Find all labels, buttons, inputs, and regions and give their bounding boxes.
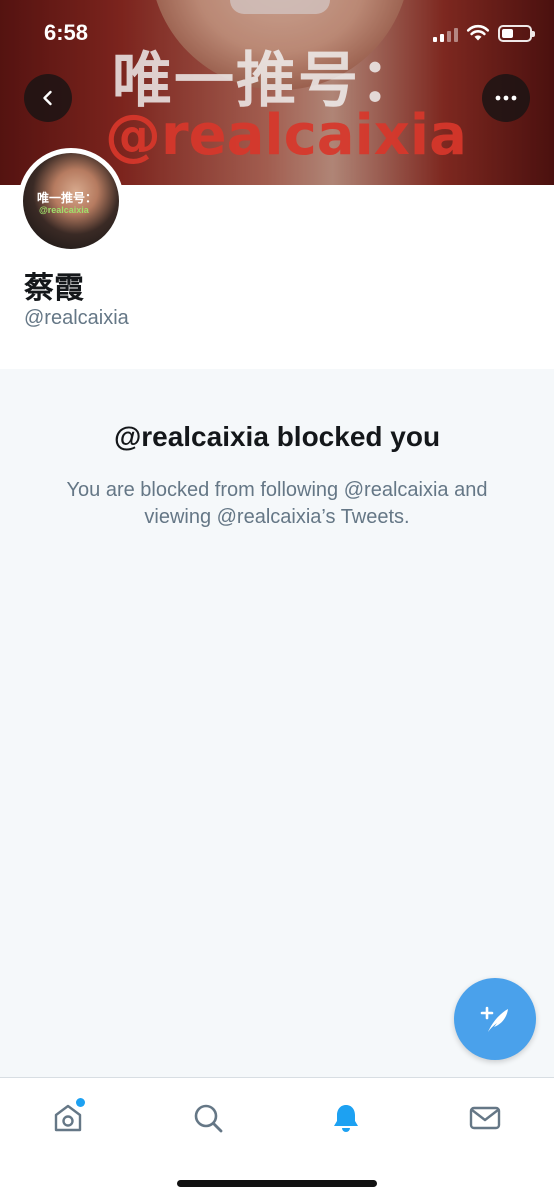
tab-notifications[interactable] [324, 1096, 368, 1140]
more-dots-icon [495, 95, 517, 101]
back-button[interactable] [24, 74, 72, 122]
avatar-overlay-text: 唯一推号： [37, 191, 98, 205]
avatar-overlay-handle: @realcaixia [39, 205, 89, 215]
home-badge-dot [76, 1098, 85, 1107]
notifications-bell-icon [334, 1105, 358, 1132]
wifi-icon [466, 24, 490, 41]
banner-overlay-handle: @realcaixia [105, 103, 467, 168]
status-bar: 6:58 [0, 0, 554, 66]
blocked-message-area: @realcaixia blocked you You are blocked … [0, 369, 554, 1077]
blocked-title: @realcaixia blocked you [113, 421, 441, 452]
profile-handle: @realcaixia [24, 307, 129, 329]
profile-display-name: 蔡霞 [24, 271, 84, 306]
home-indicator [177, 1180, 377, 1187]
avatar[interactable]: 唯一推号： @realcaixia [18, 148, 124, 254]
search-icon [194, 1104, 223, 1133]
tab-search[interactable] [186, 1096, 230, 1140]
chevron-left-icon [43, 90, 52, 106]
compose-feather-icon [480, 1006, 508, 1032]
messages-envelope-icon [469, 1106, 501, 1130]
more-options-button[interactable] [482, 74, 530, 122]
status-icons [433, 24, 535, 42]
tab-home[interactable] [46, 1096, 90, 1140]
cellular-signal-icon [433, 26, 458, 42]
tab-messages[interactable] [463, 1096, 507, 1140]
blocked-description: You are blocked from following @realcaix… [66, 479, 488, 528]
compose-tweet-button[interactable] [454, 978, 536, 1060]
status-time: 6:58 [44, 20, 89, 45]
battery-icon [498, 25, 535, 42]
